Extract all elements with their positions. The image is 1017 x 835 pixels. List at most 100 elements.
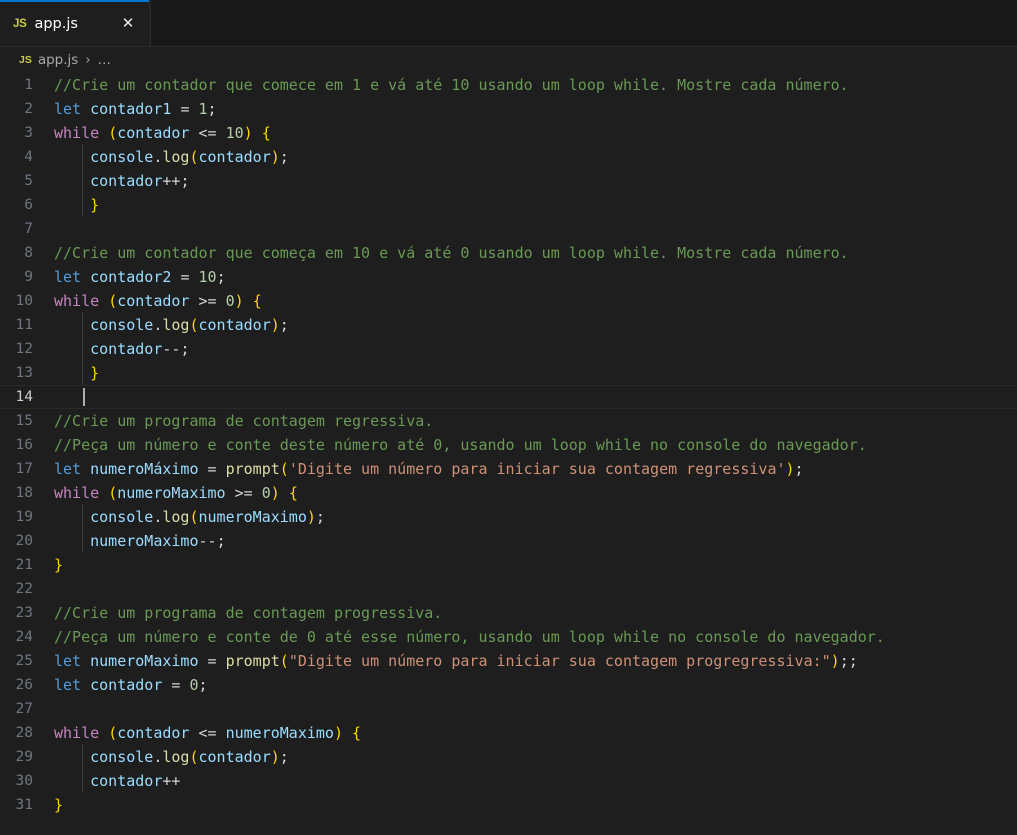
tab-app-js[interactable]: JS app.js ✕: [0, 0, 150, 47]
code-line[interactable]: 13 }: [0, 361, 1017, 385]
code-line[interactable]: 18 while (numeroMaximo >= 0) {: [0, 481, 1017, 505]
line-number: 26: [15, 677, 33, 693]
code-line-text: while (contador >= 0) {: [54, 292, 262, 310]
code-line[interactable]: 15 //Crie um programa de contagem regress…: [0, 409, 1017, 433]
code-line[interactable]: 24 //Peça um número e conte de 0 até esse…: [0, 625, 1017, 649]
line-number: 20: [15, 533, 33, 549]
code-line[interactable]: 14: [0, 385, 1017, 409]
code-line[interactable]: 21}: [0, 553, 1017, 577]
code-line-text: }: [90, 364, 100, 382]
code-line[interactable]: 2 let contador1 = 1;: [0, 97, 1017, 121]
text-cursor: [83, 388, 85, 406]
line-number: 2: [24, 101, 33, 117]
code-line-text: console.log(contador);: [90, 316, 289, 334]
code-line-text: let numeroMaximo = prompt("Digite um núm…: [54, 652, 858, 670]
line-number: 30: [15, 773, 33, 789]
code-line[interactable]: 10 while (contador >= 0) {: [0, 289, 1017, 313]
code-line-text: //Crie um programa de contagem progressi…: [54, 604, 443, 622]
line-number: 11: [15, 317, 33, 333]
line-number: 7: [24, 221, 33, 237]
line-number: 19: [15, 509, 33, 525]
code-line[interactable]: 9 let contador2 = 10;: [0, 265, 1017, 289]
code-line-text: contador++: [90, 772, 181, 790]
javascript-file-icon: JS: [19, 54, 32, 66]
code-line-text: let numeroMáximo = prompt('Digite um núm…: [54, 460, 804, 478]
code-line[interactable]: 27: [0, 697, 1017, 721]
code-line-text: let contador = 0;: [54, 676, 208, 694]
chevron-right-icon: ›: [85, 52, 91, 68]
code-line-text: console.log(numeroMaximo);: [90, 508, 325, 526]
code-line[interactable]: 12 contador--;: [0, 337, 1017, 361]
code-line[interactable]: 26 let contador = 0;: [0, 673, 1017, 697]
line-number: 14: [15, 389, 33, 405]
code-line-text: while (numeroMaximo >= 0) {: [54, 484, 298, 502]
code-line-text: //Crie um programa de contagem regressiv…: [54, 412, 434, 430]
code-line[interactable]: 3 while (contador <= 10) {: [0, 121, 1017, 145]
code-line[interactable]: 28 while (contador <= numeroMaximo) {: [0, 721, 1017, 745]
code-line-text: let contador1 = 1;: [54, 100, 217, 118]
code-line[interactable]: 1 //Crie um contador que comece em 1 e vá…: [0, 73, 1017, 97]
line-number: 10: [15, 293, 33, 309]
line-number: 8: [24, 245, 33, 261]
code-lines[interactable]: 1 //Crie um contador que comece em 1 e vá…: [0, 73, 1017, 817]
code-line-text: //Peça um número e conte de 0 até esse n…: [54, 628, 885, 646]
code-line-text: while (contador <= 10) {: [54, 124, 271, 142]
code-line-text: while (contador <= numeroMaximo) {: [54, 724, 362, 742]
code-line-text: contador--;: [90, 340, 190, 358]
code-line[interactable]: 8 //Crie um contador que começa em 10 e v…: [0, 241, 1017, 265]
javascript-file-icon: JS: [13, 17, 27, 30]
line-number: 12: [15, 341, 33, 357]
tab-bar-empty-space: [150, 0, 1017, 47]
line-number: 23: [15, 605, 33, 621]
code-line-text: console.log(contador);: [90, 748, 289, 766]
line-number: 29: [15, 749, 33, 765]
close-icon[interactable]: ✕: [118, 14, 138, 34]
code-line[interactable]: 25 let numeroMaximo = prompt("Digite um n…: [0, 649, 1017, 673]
line-number: 16: [15, 437, 33, 453]
tab-label: app.js: [34, 15, 78, 32]
line-number: 28: [15, 725, 33, 741]
line-number: 13: [15, 365, 33, 381]
line-number: 27: [15, 701, 33, 717]
line-number: 22: [15, 581, 33, 597]
line-number: 25: [15, 653, 33, 669]
breadcrumb-file[interactable]: app.js: [38, 52, 79, 68]
code-line[interactable]: 7: [0, 217, 1017, 241]
code-line[interactable]: 29 console.log(contador);: [0, 745, 1017, 769]
line-number: 1: [24, 77, 33, 93]
line-number: 9: [24, 269, 33, 285]
line-number: 18: [15, 485, 33, 501]
line-number: 5: [24, 173, 33, 189]
code-editor[interactable]: 1 //Crie um contador que comece em 1 e vá…: [0, 73, 1017, 835]
code-line-text: contador++;: [90, 172, 190, 190]
line-number: 24: [15, 629, 33, 645]
editor-tab-bar: JS app.js ✕: [0, 0, 1017, 47]
code-line-text: numeroMaximo--;: [90, 532, 226, 550]
code-line[interactable]: 16 //Peça um número e conte deste número …: [0, 433, 1017, 457]
code-line[interactable]: 17 let numeroMáximo = prompt('Digite um n…: [0, 457, 1017, 481]
code-line-text: }: [54, 556, 64, 574]
breadcrumb-symbol-ellipsis[interactable]: …: [98, 52, 112, 68]
code-line[interactable]: 5 contador++;: [0, 169, 1017, 193]
code-line[interactable]: 20 numeroMaximo--;: [0, 529, 1017, 553]
code-line-text: //Peça um número e conte deste número at…: [54, 436, 867, 454]
breadcrumb: JS app.js › …: [0, 47, 1017, 73]
code-line[interactable]: 19 console.log(numeroMaximo);: [0, 505, 1017, 529]
code-line[interactable]: 4 console.log(contador);: [0, 145, 1017, 169]
code-line[interactable]: 11 console.log(contador);: [0, 313, 1017, 337]
code-line-text: console.log(contador);: [90, 148, 289, 166]
code-line-text: }: [90, 196, 100, 214]
line-number: 4: [24, 149, 33, 165]
line-number: 31: [15, 797, 33, 813]
code-line[interactable]: 23 //Crie um programa de contagem progres…: [0, 601, 1017, 625]
code-line[interactable]: 22: [0, 577, 1017, 601]
line-number: 15: [15, 413, 33, 429]
code-line[interactable]: 6 }: [0, 193, 1017, 217]
code-line-text: //Crie um contador que comece em 1 e vá …: [54, 76, 849, 94]
code-line[interactable]: 30 contador++: [0, 769, 1017, 793]
code-line-text: let contador2 = 10;: [54, 268, 226, 286]
line-number: 6: [24, 197, 33, 213]
code-line-text: }: [54, 796, 64, 814]
line-number: 3: [24, 125, 33, 141]
code-line[interactable]: 31}: [0, 793, 1017, 817]
